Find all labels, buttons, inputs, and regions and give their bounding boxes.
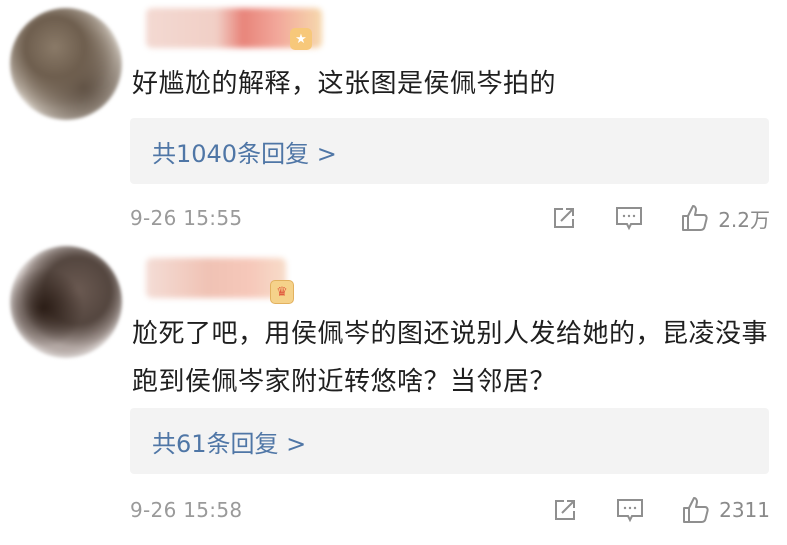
share-button[interactable] (550, 204, 578, 232)
vip-badge-icon: ♛ (270, 280, 294, 304)
comment-text: 好尴尬的解释，这张图是侯佩岑拍的 (132, 69, 557, 99)
comment-icon (617, 499, 644, 523)
comment-meta: 9-26 15:55 2.2万 (130, 198, 770, 238)
comment-actions: 2.2万 (550, 203, 770, 233)
like-button[interactable]: 2311 (681, 495, 770, 525)
thumbs-up-icon (682, 205, 708, 231)
share-button[interactable] (551, 496, 579, 524)
comment-button[interactable] (615, 496, 645, 524)
timestamp: 9-26 15:58 (130, 498, 243, 522)
comment-item: ★ 好尴尬的解释，这张图是侯佩岑拍的 共1040条回复 > 9-26 15:55 (0, 0, 787, 240)
share-icon (555, 500, 576, 520)
comment-meta: 9-26 15:58 2311 (130, 490, 770, 530)
like-count: 2.2万 (718, 207, 770, 232)
replies-link[interactable]: 共1040条回复 > (130, 118, 769, 184)
comment-item: ♛ 尬死了吧，用侯佩岑的图还说别人发给她的，昆凌没事跑到侯佩岑家附近转悠啥？当邻… (0, 240, 787, 545)
replies-link[interactable]: 共61条回复 > (130, 408, 769, 474)
avatar[interactable] (10, 246, 122, 358)
avatar[interactable] (10, 8, 122, 120)
thumbs-up-icon (683, 497, 709, 523)
vip-badge-icon: ★ (290, 28, 312, 50)
comment-button[interactable] (614, 204, 644, 232)
like-count: 2311 (719, 498, 770, 522)
comment-icon (616, 207, 643, 231)
username-redacted[interactable] (146, 258, 286, 298)
like-button[interactable]: 2.2万 (680, 203, 770, 233)
timestamp: 9-26 15:55 (130, 206, 243, 230)
comment-actions: 2311 (551, 495, 770, 525)
comment-text: 尬死了吧，用侯佩岑的图还说别人发给她的，昆凌没事跑到侯佩岑家附近转悠啥？当邻居？ (132, 319, 769, 397)
comment-list: ★ 好尴尬的解释，这张图是侯佩岑拍的 共1040条回复 > 9-26 15:55 (0, 0, 787, 545)
share-icon (554, 208, 575, 228)
